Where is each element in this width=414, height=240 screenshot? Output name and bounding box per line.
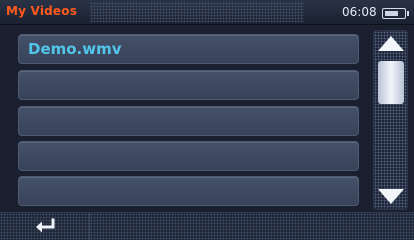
list-item[interactable]: [18, 141, 359, 171]
back-button[interactable]: [0, 213, 90, 240]
list-item[interactable]: [18, 176, 359, 206]
list-item-label: Demo.wmv: [28, 40, 122, 58]
return-arrow-icon: [36, 218, 55, 233]
scroll-down-icon[interactable]: [378, 189, 404, 204]
scrollbar[interactable]: [373, 30, 408, 210]
battery-icon: [382, 8, 409, 19]
battery-level: [385, 11, 398, 16]
list-item[interactable]: [18, 70, 359, 100]
list-item[interactable]: [18, 106, 359, 136]
clock: 06:08: [342, 5, 377, 19]
scroll-thumb[interactable]: [378, 61, 404, 104]
scroll-up-icon[interactable]: [378, 36, 404, 51]
title-bar-texture: [90, 2, 304, 22]
list-item[interactable]: Demo.wmv: [18, 34, 359, 64]
title-bar: My Videos 06:08: [0, 0, 414, 25]
page-title: My Videos: [6, 4, 78, 18]
footer-bar: [0, 212, 414, 240]
